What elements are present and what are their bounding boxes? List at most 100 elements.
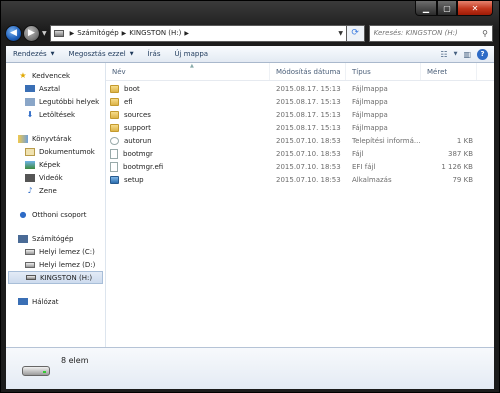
usb-drive-icon	[26, 275, 36, 280]
drive-icon	[25, 248, 35, 255]
music-icon: ♪	[27, 186, 33, 195]
file-rows: boot 2015.08.17. 15:13 Fájlmappa efi 2015.08…	[106, 81, 494, 186]
close-button[interactable]: ✕	[457, 1, 493, 16]
breadcrumb-computer[interactable]: Számítógép	[77, 29, 118, 37]
sidebar-item-desktop[interactable]: Asztal	[6, 82, 105, 95]
file-type: Fájlmappa	[352, 123, 388, 132]
file-name-label: support	[124, 123, 151, 132]
column-header-size[interactable]: Méret	[421, 63, 477, 80]
sidebar-item-network[interactable]: Hálózat	[6, 295, 105, 308]
file-row[interactable]: sources 2015.08.17. 15:13 Fájlmappa	[106, 108, 494, 121]
sidebar-item-computer[interactable]: Számítógép	[6, 232, 105, 245]
file-row[interactable]: autorun 2015.07.10. 18:53 Telepítési infor…	[106, 134, 494, 147]
sidebar-item-kingston[interactable]: KINGSTON (H:)	[8, 271, 103, 284]
file-row[interactable]: efi 2015.08.17. 15:13 Fájlmappa	[106, 95, 494, 108]
file-name[interactable]: autorun	[106, 136, 270, 145]
sidebar-item-libraries[interactable]: Könyvtárak	[6, 132, 105, 145]
sidebar-item-music[interactable]: ♪ Zene	[6, 184, 105, 197]
sidebar-item-documents[interactable]: Dokumentumok	[6, 145, 105, 158]
sidebar-item-favorites[interactable]: ★ Kedvencek	[6, 69, 105, 82]
file-row[interactable]: support 2015.08.17. 15:13 Fájlmappa	[106, 121, 494, 134]
organize-button[interactable]: Rendezés ▼	[6, 46, 62, 62]
file-type: Fájlmappa	[352, 110, 388, 119]
file-row[interactable]: bootmgr.efi 2015.07.10. 18:53 EFI fájl 1 12…	[106, 160, 494, 173]
breadcrumb-drive[interactable]: KINGSTON (H:)	[129, 29, 181, 37]
arrow-right-icon: ▶	[28, 28, 35, 38]
file-type: Alkalmazás	[352, 175, 392, 184]
view-options-icon[interactable]: ☷	[440, 50, 447, 59]
minimize-button[interactable]: ▁	[415, 1, 437, 16]
file-name[interactable]: bootmgr.efi	[106, 161, 270, 172]
sidebar-item-videos[interactable]: Videók	[6, 171, 105, 184]
file-row[interactable]: bootmgr 2015.07.10. 18:53 Fájl 387 KB	[106, 147, 494, 160]
refresh-icon: ⟳	[351, 28, 359, 38]
refresh-button[interactable]: ⟳	[346, 24, 365, 42]
column-header-type[interactable]: Típus	[346, 63, 421, 80]
help-icon[interactable]: ?	[477, 48, 488, 60]
sidebar-item-pictures[interactable]: Képek	[6, 158, 105, 171]
recent-pages-dropdown[interactable]: ▼	[42, 30, 47, 37]
folder-icon	[110, 84, 119, 93]
file-size: 1 KB	[456, 136, 473, 145]
file-name[interactable]: setup	[106, 175, 270, 184]
share-label: Megosztás ezzel	[68, 50, 126, 58]
preview-pane-icon[interactable]: ▥	[463, 50, 471, 59]
sidebar-item-drive-d[interactable]: Helyi lemez (D:)	[6, 258, 105, 271]
file-list-pane: ▲ Név Módosítás dátuma Típus Méret boot 2…	[106, 63, 494, 347]
file-row[interactable]: boot 2015.08.17. 15:13 Fájlmappa	[106, 82, 494, 95]
burn-button[interactable]: Írás	[141, 46, 168, 62]
file-name[interactable]: bootmgr	[106, 148, 270, 159]
address-history-dropdown[interactable]: ▼	[336, 30, 346, 37]
file-name-label: efi	[124, 97, 133, 106]
recent-places-icon	[25, 97, 35, 106]
file-name-label: bootmgr.efi	[123, 162, 164, 171]
folder-icon	[110, 123, 119, 132]
sidebar-item-label: Legutóbbi helyek	[39, 97, 100, 106]
chevron-down-icon[interactable]: ▼	[454, 51, 458, 57]
caption-buttons: ▁ ▢ ✕	[415, 1, 493, 16]
documents-icon	[25, 147, 35, 156]
file-size: 79 KB	[452, 175, 473, 184]
sidebar-item-label: Könyvtárak	[32, 134, 72, 143]
homegroup-icon: ●	[19, 210, 27, 219]
autorun-icon	[110, 136, 119, 145]
new-folder-button[interactable]: Új mappa	[168, 46, 216, 62]
file-date: 2015.07.10. 18:53	[276, 149, 341, 158]
breadcrumb-separator[interactable]: ▶	[122, 30, 127, 37]
breadcrumb-separator[interactable]: ▶	[70, 30, 75, 37]
sidebar-item-drive-c[interactable]: Helyi lemez (C:)	[6, 245, 105, 258]
file-name-label: boot	[124, 84, 140, 93]
sidebar-item-label: Otthoni csoport	[32, 210, 87, 219]
file-type: Fájl	[352, 149, 364, 158]
sidebar-item-homegroup[interactable]: ● Otthoni csoport	[6, 208, 105, 221]
videos-icon	[25, 173, 35, 182]
sidebar-item-recent-places[interactable]: Legutóbbi helyek	[6, 95, 105, 108]
forward-button[interactable]: ▶	[23, 24, 40, 42]
computer-icon	[18, 234, 28, 243]
file-name[interactable]: support	[106, 123, 270, 132]
file-name[interactable]: efi	[106, 97, 270, 106]
file-icon	[110, 148, 118, 159]
share-with-button[interactable]: Megosztás ezzel ▼	[62, 46, 141, 62]
file-name[interactable]: boot	[106, 84, 270, 93]
search-box[interactable]: ⚲	[368, 24, 493, 42]
address-bar[interactable]: ▶ Számítógép ▶ KINGSTON (H:) ▶ ▼	[49, 24, 347, 42]
file-date: 2015.07.10. 18:53	[276, 175, 341, 184]
file-size: 1 126 KB	[441, 162, 473, 171]
navigation-pane: ★ Kedvencek Asztal Legutóbbi helyek ⬇ Le…	[6, 63, 106, 347]
column-header-name[interactable]: Név	[106, 63, 270, 80]
back-button[interactable]: ◀	[5, 24, 22, 42]
maximize-button[interactable]: ▢	[437, 1, 457, 16]
setup-icon	[110, 175, 119, 184]
file-name[interactable]: sources	[106, 110, 270, 119]
sort-up-icon: ▲	[190, 63, 194, 69]
pictures-icon	[25, 160, 35, 169]
breadcrumb-separator[interactable]: ▶	[184, 30, 189, 37]
file-row[interactable]: setup 2015.07.10. 18:53 Alkalmazás 79 KB	[106, 173, 494, 186]
sidebar-item-label: Számítógép	[32, 234, 74, 243]
usb-drive-icon	[22, 362, 50, 378]
sidebar-item-downloads[interactable]: ⬇ Letöltések	[6, 108, 105, 121]
search-icon[interactable]: ⚲	[478, 29, 492, 38]
search-input[interactable]	[373, 29, 478, 37]
column-header-date[interactable]: Módosítás dátuma	[270, 63, 346, 80]
